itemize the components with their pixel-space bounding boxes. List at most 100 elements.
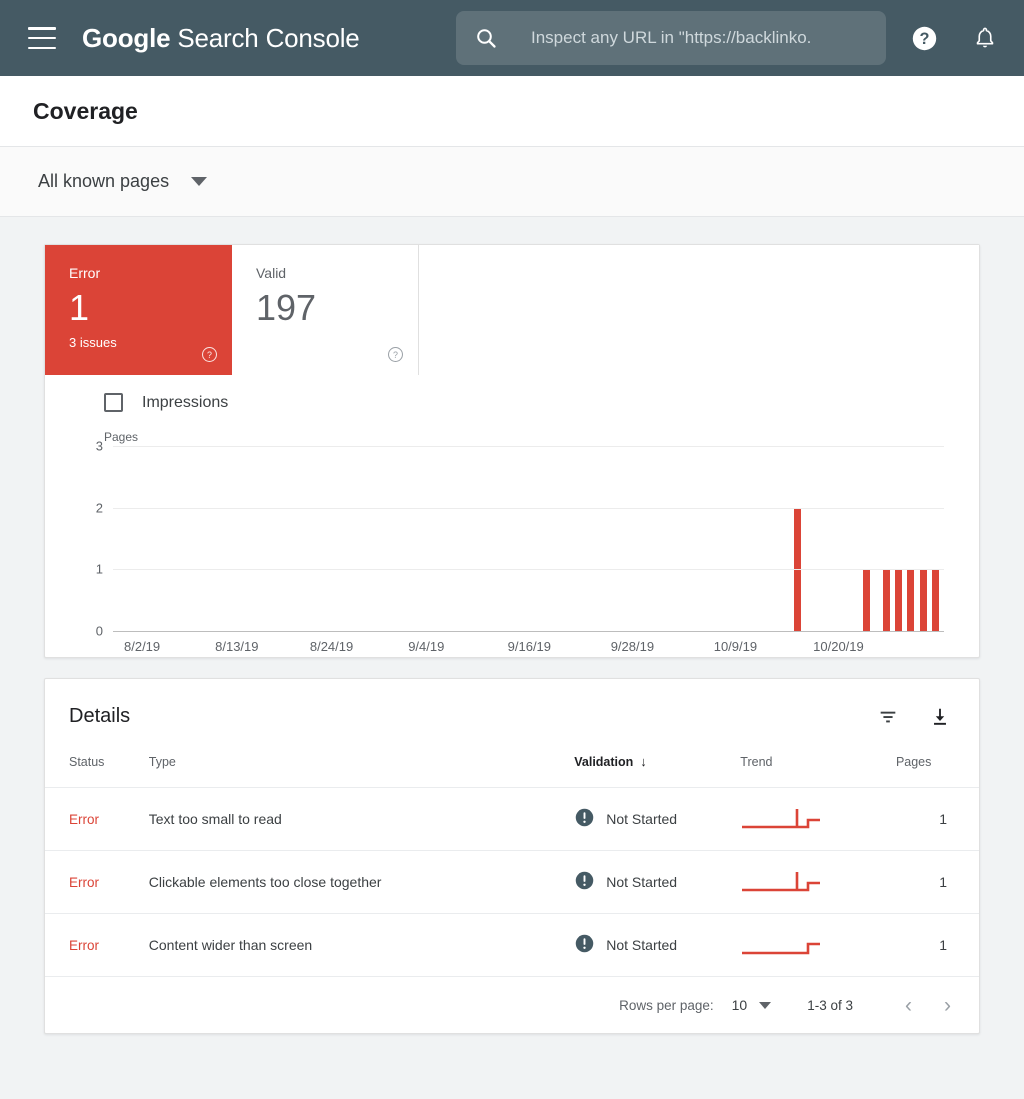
svg-text:?: ? (207, 350, 212, 360)
column-header-type[interactable]: Type (149, 754, 574, 788)
rows-per-page-value[interactable]: 10 (732, 997, 748, 1013)
chart-x-tick-label: 10/9/19 (714, 639, 757, 654)
known-pages-dropdown[interactable]: All known pages (38, 171, 207, 192)
cell-trend (740, 851, 896, 914)
column-header-status[interactable]: Status (45, 754, 149, 788)
cell-status: Error (45, 788, 149, 851)
pagination-controls: ‹ › (905, 995, 951, 1016)
details-actions (877, 706, 951, 728)
rows-per-page-label: Rows per page: (619, 998, 714, 1013)
download-icon[interactable] (929, 706, 951, 728)
column-header-validation[interactable]: Validation ↓ (574, 754, 740, 788)
help-circle-icon[interactable]: ? (201, 346, 218, 363)
chart-y-tick-label: 1 (96, 562, 103, 577)
chevron-left-icon[interactable]: ‹ (905, 995, 912, 1016)
chart-gridline (113, 508, 944, 509)
details-header: Details (45, 679, 979, 754)
svg-text:?: ? (920, 30, 930, 48)
status-card-valid[interactable]: Valid 197 ? (232, 245, 419, 375)
trend-sparkline (740, 869, 896, 895)
brand-logo[interactable]: Google Search Console (82, 23, 360, 54)
status-card-error-value: 1 (69, 289, 210, 327)
details-table-head: Status Type Validation ↓ Trend Pages (45, 754, 979, 788)
coverage-chart: Impressions Pages 0123 8/2/19 8/13/19 8/24… (45, 375, 979, 657)
help-circle-icon[interactable]: ? (387, 346, 404, 363)
chart-bar[interactable] (932, 569, 939, 631)
chart-x-tick-label: 9/16/19 (508, 639, 551, 654)
search-input-placeholder: Inspect any URL in "https://backlinko. (531, 28, 811, 48)
status-card-error-label: Error (69, 265, 210, 281)
cell-type: Clickable elements too close together (149, 851, 574, 914)
status-badge: Error (69, 812, 99, 827)
page-title: Coverage (33, 98, 138, 125)
chart-x-tick-label: 8/24/19 (310, 639, 353, 654)
cell-pages: 1 (896, 914, 979, 977)
sort-descending-arrow-icon: ↓ (640, 754, 647, 769)
column-header-pages[interactable]: Pages (896, 754, 979, 788)
brand-product-text: Search Console (177, 23, 359, 54)
details-card: Details (44, 678, 980, 1034)
details-title: Details (69, 705, 130, 728)
cell-pages: 1 (896, 788, 979, 851)
url-inspection-search-box[interactable]: Inspect any URL in "https://backlinko. (456, 11, 886, 65)
page-title-bar: Coverage (0, 76, 1024, 147)
chart-bar[interactable] (895, 569, 902, 631)
top-app-bar: Google Search Console Inspect any URL in… (0, 0, 1024, 76)
details-table-header-row: Status Type Validation ↓ Trend Pages (45, 754, 979, 788)
coverage-summary-card: Error 1 3 issues ? Valid 197 ? (44, 244, 980, 658)
status-cards-row: Error 1 3 issues ? Valid 197 ? (45, 245, 979, 375)
column-header-validation-label: Validation (574, 755, 633, 769)
chart-bar[interactable] (863, 569, 870, 631)
impressions-label: Impressions (142, 394, 228, 412)
chart-bar[interactable] (920, 569, 927, 631)
status-badge: Error (69, 875, 99, 890)
chart-bars (113, 446, 944, 631)
chart-plot-area: 0123 (113, 446, 944, 631)
chart-gridline (113, 446, 944, 447)
status-badge: Error (69, 938, 99, 953)
details-table-body: ErrorText too small to readNot Started1E… (45, 788, 979, 977)
chart-bar[interactable] (907, 569, 914, 631)
chart-x-tick-label: 8/13/19 (215, 639, 258, 654)
cell-validation: Not Started (574, 851, 740, 914)
chart-x-tick-label: 10/20/19 (813, 639, 864, 654)
svg-text:?: ? (393, 350, 398, 360)
known-pages-dropdown-value: All known pages (38, 171, 169, 192)
chart-bar[interactable] (883, 569, 890, 631)
cell-status: Error (45, 851, 149, 914)
cell-pages: 1 (896, 851, 979, 914)
error-exclamation-icon (574, 870, 595, 894)
chart-x-axis: 8/2/198/13/198/24/199/4/199/16/199/28/19… (113, 631, 944, 657)
chart-y-tick-label: 3 (96, 439, 103, 454)
app-bar-actions: ? (911, 0, 998, 76)
chart-x-tick-label: 8/2/19 (124, 639, 160, 654)
chart-gridline (113, 569, 944, 570)
cell-validation: Not Started (574, 914, 740, 977)
bell-icon[interactable] (972, 25, 998, 51)
status-card-error[interactable]: Error 1 3 issues ? (45, 245, 232, 375)
cell-trend (740, 914, 896, 977)
chart-y-axis-title: Pages (45, 430, 979, 444)
table-row[interactable]: Error Clickable elements too close togeth… (45, 851, 979, 914)
help-icon[interactable]: ? (911, 25, 938, 52)
chart-x-tick-label: 9/4/19 (408, 639, 444, 654)
status-card-valid-value: 197 (256, 289, 396, 327)
table-row[interactable]: ErrorText too small to readNot Started1 (45, 788, 979, 851)
chart-y-tick-label: 0 (96, 624, 103, 639)
error-exclamation-icon (574, 807, 595, 831)
cell-status: Error (45, 914, 149, 977)
filter-icon[interactable] (877, 706, 899, 728)
table-row[interactable]: Error Content wider than screen Not Starte… (45, 914, 979, 977)
pagination-range: 1-3 of 3 (807, 998, 853, 1013)
validation-status-text: Not Started (606, 937, 677, 953)
impressions-toggle[interactable]: Impressions (45, 393, 228, 412)
cell-type: Content wider than screen (149, 914, 574, 977)
rows-per-page-chevron-down-icon[interactable] (759, 1002, 771, 1009)
trend-sparkline (740, 806, 896, 832)
brand-google-text: Google (82, 23, 170, 54)
cell-type: Text too small to read (149, 788, 574, 851)
hamburger-menu-icon[interactable] (28, 27, 56, 49)
column-header-trend[interactable]: Trend (740, 754, 896, 788)
chevron-right-icon[interactable]: › (944, 995, 951, 1016)
impressions-checkbox[interactable] (104, 393, 123, 412)
